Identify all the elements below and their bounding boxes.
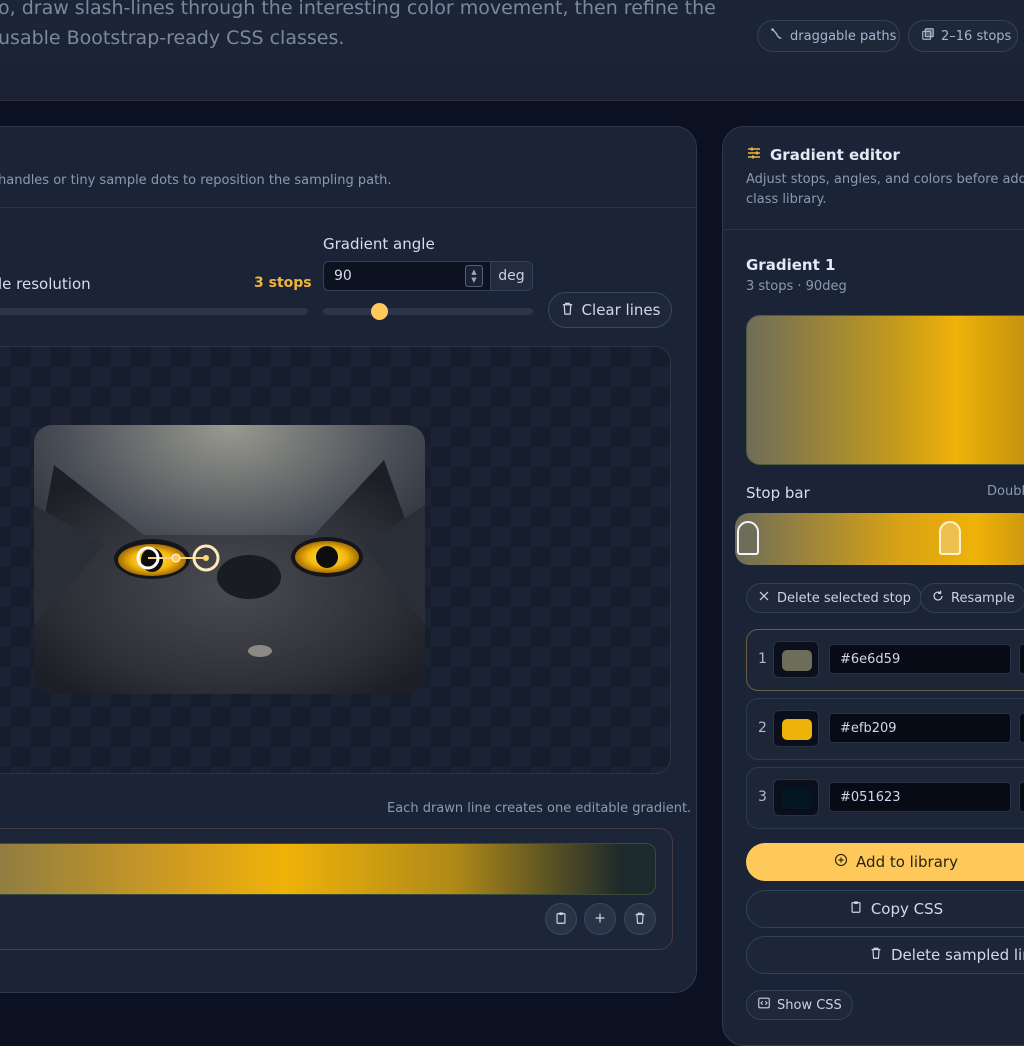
position-input[interactable] [1019, 713, 1024, 743]
delete-sampled-lines-label: Delete sampled lin [891, 946, 1024, 964]
stops-count: 3 stops [254, 275, 312, 291]
stop-row-3[interactable]: 3 #051623 [746, 767, 1024, 829]
position-input[interactable] [1019, 644, 1024, 674]
page-header: o, draw slash-lines through the interest… [0, 0, 1024, 101]
clipboard-icon [849, 900, 863, 918]
color-swatch [782, 650, 812, 671]
clipboard-icon [554, 910, 568, 929]
delete-stop-button[interactable]: Delete selected stop [746, 583, 922, 613]
resolution-slider[interactable] [0, 308, 308, 315]
close-icon [757, 589, 771, 607]
trash-icon [633, 910, 647, 929]
copy-gradient-button[interactable] [545, 903, 577, 935]
delete-gradient-button[interactable] [624, 903, 656, 935]
resolution-label: le resolution [0, 275, 91, 293]
stop-handle-1[interactable] [737, 521, 759, 555]
color-swatch [782, 719, 812, 740]
badge-label: 2–16 stops [941, 28, 1012, 44]
stop-index: 3 [758, 789, 767, 805]
color-picker[interactable] [773, 710, 819, 747]
stop-handle-2[interactable] [939, 521, 961, 555]
angle-label: Gradient angle [323, 235, 435, 253]
resample-button[interactable]: Resample [920, 583, 1024, 613]
color-picker[interactable] [773, 779, 819, 816]
color-picker[interactable] [773, 641, 819, 678]
path-icon [770, 27, 784, 45]
position-input[interactable] [1019, 782, 1024, 812]
angle-spinner[interactable]: ▲ ▼ [465, 265, 483, 287]
sliders-icon [746, 145, 762, 165]
hex-input[interactable]: #051623 [829, 782, 1011, 812]
trash-icon [560, 301, 575, 320]
stopbar-label: Stop bar [746, 484, 810, 502]
line-caption: Each drawn line creates one editable gra… [387, 801, 692, 816]
delete-stop-label: Delete selected stop [777, 590, 911, 606]
color-swatch [782, 788, 812, 809]
angle-slider-thumb[interactable] [371, 303, 388, 320]
clear-lines-button[interactable]: Clear lines [548, 292, 672, 328]
resample-label: Resample [951, 590, 1015, 606]
stopbar-hint: Doubl [987, 484, 1024, 499]
copy-css-label: Copy CSS [870, 900, 944, 918]
show-css-label: Show CSS [777, 997, 842, 1013]
editor-subtitle-2: class library. [746, 192, 827, 207]
hex-input[interactable]: #efb209 [829, 713, 1011, 743]
layers-icon [921, 27, 935, 45]
add-to-library-button[interactable]: Add to library [746, 843, 1024, 881]
sampling-start-handle[interactable] [134, 545, 162, 573]
code-icon [757, 996, 771, 1014]
sampled-gradient-bar[interactable] [0, 843, 656, 895]
plus-icon [593, 910, 607, 929]
stop-row-2[interactable]: 2 #efb209 [746, 698, 1024, 760]
angle-slider[interactable] [323, 308, 533, 315]
delete-sampled-lines-button[interactable]: Delete sampled lin [746, 936, 1024, 974]
stop-index: 1 [758, 651, 767, 667]
angle-value: 90 [334, 268, 352, 284]
editor-title: Gradient editor [770, 146, 900, 164]
angle-unit: deg [491, 261, 533, 291]
gradient-name: Gradient 1 [746, 256, 836, 274]
editor-divider [722, 229, 1024, 230]
sampler-divider [0, 207, 697, 208]
gradient-meta: 3 stops · 90deg [746, 279, 847, 294]
stop-index: 2 [758, 720, 767, 736]
stop-bar[interactable] [735, 513, 1024, 565]
add-gradient-button[interactable] [584, 903, 616, 935]
badge-draggable-paths: draggable paths [757, 20, 900, 52]
clear-lines-label: Clear lines [581, 301, 661, 319]
sampling-end-handle[interactable] [190, 543, 222, 575]
copy-css-button[interactable]: Copy CSS [746, 890, 1024, 928]
plus-circle-icon [834, 853, 848, 871]
intro-text-line-1: o, draw slash-lines through the interest… [0, 0, 716, 19]
add-to-library-label: Add to library [856, 853, 958, 871]
show-css-button[interactable]: Show CSS [746, 990, 853, 1020]
editor-header: Gradient editor [746, 145, 900, 165]
refresh-icon [931, 589, 945, 607]
trash-icon [869, 946, 883, 964]
intro-text-line-2: usable Bootstrap-ready CSS classes. [0, 27, 345, 49]
hex-input[interactable]: #6e6d59 [829, 644, 1011, 674]
sampler-hint: handles or tiny sample dots to repositio… [0, 173, 392, 188]
editor-subtitle-1: Adjust stops, angles, and colors before … [746, 172, 1024, 187]
badge-stops: 2–16 stops [908, 20, 1018, 52]
stop-row-1[interactable]: 1 #6e6d59 [746, 629, 1024, 691]
badge-label: draggable paths [790, 28, 897, 44]
cat-image [34, 425, 425, 694]
gradient-preview [746, 315, 1024, 465]
